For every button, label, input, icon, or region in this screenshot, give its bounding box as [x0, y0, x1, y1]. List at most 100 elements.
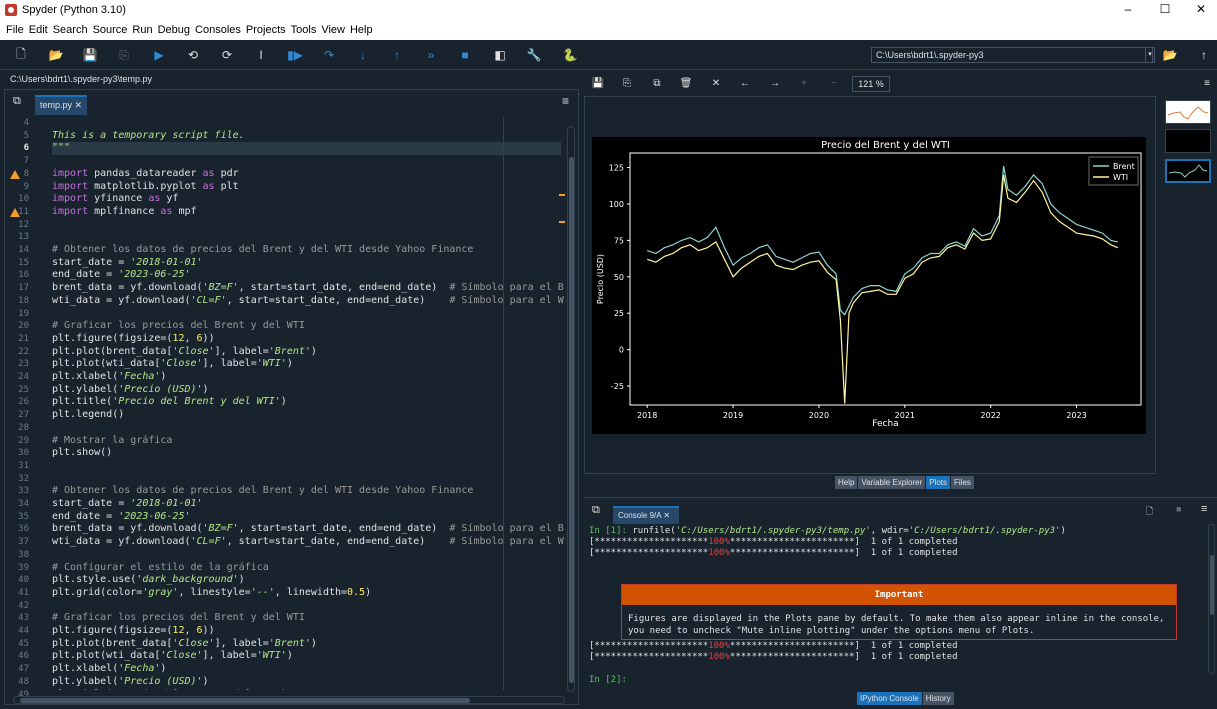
step-into-icon[interactable]: ↓ [354, 46, 372, 64]
menu-edit[interactable]: Edit [29, 24, 48, 36]
line-number: 36 [18, 524, 29, 535]
parent-dir-icon[interactable]: ↑ [1195, 46, 1213, 64]
line-number: 31 [18, 460, 29, 471]
warning-icon[interactable] [10, 207, 20, 217]
tab-plots[interactable]: Plots [926, 476, 951, 489]
editor-horizontal-scrollbar[interactable] [13, 696, 565, 704]
code-line: # Configurar el estilo de la gráfica [52, 561, 269, 573]
code-line: # Obtener los datos de precios del Brent… [52, 244, 474, 255]
run-selection-icon[interactable]: I [252, 46, 270, 64]
editor-vertical-scrollbar[interactable] [567, 126, 575, 692]
tab-history[interactable]: History [922, 692, 954, 705]
previous-plot-icon[interactable]: ← [738, 77, 752, 91]
close-button[interactable]: ✕ [1183, 0, 1217, 19]
console-scrollbar[interactable] [1208, 524, 1215, 674]
menu-consoles[interactable]: Consoles [195, 24, 241, 36]
console-prompt: In [2]: [589, 675, 627, 685]
line-number: 14 [18, 245, 29, 255]
console-clear-icon[interactable]: 🗋 [1146, 504, 1153, 520]
y-tick-label: 50 [614, 273, 624, 282]
x-tick-label: 2020 [809, 411, 829, 420]
save-plot-icon[interactable]: 💾 [591, 77, 605, 91]
working-directory-dropdown[interactable]: ▾ [1145, 47, 1155, 63]
menu-view[interactable]: View [321, 24, 345, 36]
line-number: 30 [18, 448, 29, 459]
remove-plot-icon[interactable]: 🗑 [679, 77, 693, 91]
line-number: 29 [18, 435, 29, 446]
plots-options-icon[interactable]: ≡ [1200, 77, 1214, 91]
menu-search[interactable]: Search [53, 24, 88, 36]
maximize-button[interactable]: ☐ [1147, 0, 1183, 19]
warning-icon[interactable] [10, 169, 20, 179]
browse-dir-icon[interactable]: 📂 [1161, 46, 1179, 64]
menu-source[interactable]: Source [93, 24, 128, 36]
line-number: 33 [18, 486, 29, 497]
y-tick-label: 25 [614, 309, 624, 318]
browse-consoles-icon[interactable]: ⧉ [592, 504, 600, 517]
browse-tabs-icon[interactable]: ⧉ [13, 95, 21, 108]
line-number: 25 [18, 384, 29, 395]
console-options-icon[interactable]: ≡ [1201, 503, 1207, 515]
editor-pane: ⧉ temp.py ✕ ≡ 4 5 6 7 8 9 10 11 12 13 14 15 16 17 18 19… [4, 89, 579, 705]
minimize-button[interactable]: – [1110, 0, 1146, 19]
plot-canvas: Precio del Brent y del WTI -25 0 25 50 75 100 1… [584, 96, 1156, 474]
editor-options-icon[interactable]: ≡ [562, 94, 569, 108]
run-cell-icon[interactable]: ⟲ [184, 46, 202, 64]
menu-projects[interactable]: Projects [246, 24, 286, 36]
line-number: 18 [18, 295, 29, 306]
plot-thumbnail-selected[interactable] [1165, 159, 1211, 183]
remove-all-plots-icon[interactable]: ✕ [709, 77, 723, 91]
step-over-icon[interactable]: ↷ [320, 46, 338, 64]
plot-thumbnail[interactable] [1165, 129, 1211, 153]
run-cell-advance-icon[interactable]: ⟳ [218, 46, 236, 64]
tab-variable-explorer[interactable]: Variable Explorer [858, 476, 926, 489]
line-number: 22 [18, 346, 29, 357]
zoom-in-icon[interactable]: + [797, 77, 811, 91]
python-path-icon[interactable]: 🐍 [561, 46, 579, 64]
code-line: This is a temporary script file. [52, 129, 245, 141]
code-line: plt.show() [52, 447, 113, 459]
stop-debug-icon[interactable]: ■ [456, 46, 474, 64]
zoom-level[interactable]: 121 % [852, 76, 890, 92]
y-tick-label: 100 [609, 200, 624, 209]
save-all-icon[interactable]: ⎘ [115, 46, 133, 64]
new-file-icon[interactable]: 🗋 [12, 46, 30, 64]
line-number: 17 [18, 283, 29, 294]
menu-run[interactable]: Run [132, 24, 152, 36]
zoom-out-icon[interactable]: − [827, 77, 841, 91]
console-tab[interactable]: Console 9/A ✕ [613, 506, 679, 524]
save-icon[interactable]: 💾 [81, 46, 99, 64]
open-file-icon[interactable]: 📂 [47, 46, 65, 64]
tab-help[interactable]: Help [835, 476, 858, 489]
code-editor[interactable]: This is a temporary script file. """ impor… [52, 117, 564, 690]
menu-debug[interactable]: Debug [158, 24, 190, 36]
line-number: 12 [18, 219, 29, 230]
maximize-pane-icon[interactable]: ◧ [491, 46, 509, 64]
line-number-gutter: 4 5 6 7 8 9 10 11 12 13 14 15 16 17 18 19 20 21 22 23 24 25 26… [5, 117, 45, 700]
download-progress: [*********************100%**************… [589, 641, 958, 651]
menu-tools[interactable]: Tools [291, 24, 317, 36]
tab-files[interactable]: Files [951, 476, 974, 489]
plots-pane: 💾 ⎘ ⧉ 🗑 ✕ ← → + − 121 % ≡ Precio del Bre… [584, 71, 1217, 493]
code-line: plt.figure(figsize=(12, 6)) [52, 625, 215, 636]
debug-icon[interactable]: ▮▶ [286, 46, 304, 64]
plot-thumbnail[interactable] [1165, 100, 1211, 124]
console-stop-icon[interactable]: ■ [1176, 504, 1181, 514]
continue-icon[interactable]: » [422, 46, 440, 64]
current-line-highlight [52, 142, 561, 156]
tab-ipython-console[interactable]: IPython Console [857, 692, 922, 705]
editor-tab-bar: ⧉ temp.py ✕ ≡ [5, 90, 578, 115]
important-notice: Important Figures are displayed in the P… [621, 584, 1177, 640]
plot-frame [629, 152, 1142, 406]
save-all-plots-icon[interactable]: ⎘ [620, 77, 634, 91]
working-directory-field[interactable]: C:\Users\bdrt1\.spyder-py3 [871, 47, 1153, 63]
copy-plot-icon[interactable]: ⧉ [650, 77, 664, 91]
next-plot-icon[interactable]: → [768, 77, 782, 91]
menu-file[interactable]: File [6, 24, 24, 36]
step-return-icon[interactable]: ↑ [388, 46, 406, 64]
preferences-wrench-icon[interactable]: 🔧 [525, 46, 543, 64]
top-right-tab-bar: Help Variable Explorer Plots Files [835, 476, 975, 489]
menu-help[interactable]: Help [350, 24, 373, 36]
run-icon[interactable]: ▶ [150, 46, 168, 64]
editor-tab-temp[interactable]: temp.py ✕ [35, 95, 87, 115]
